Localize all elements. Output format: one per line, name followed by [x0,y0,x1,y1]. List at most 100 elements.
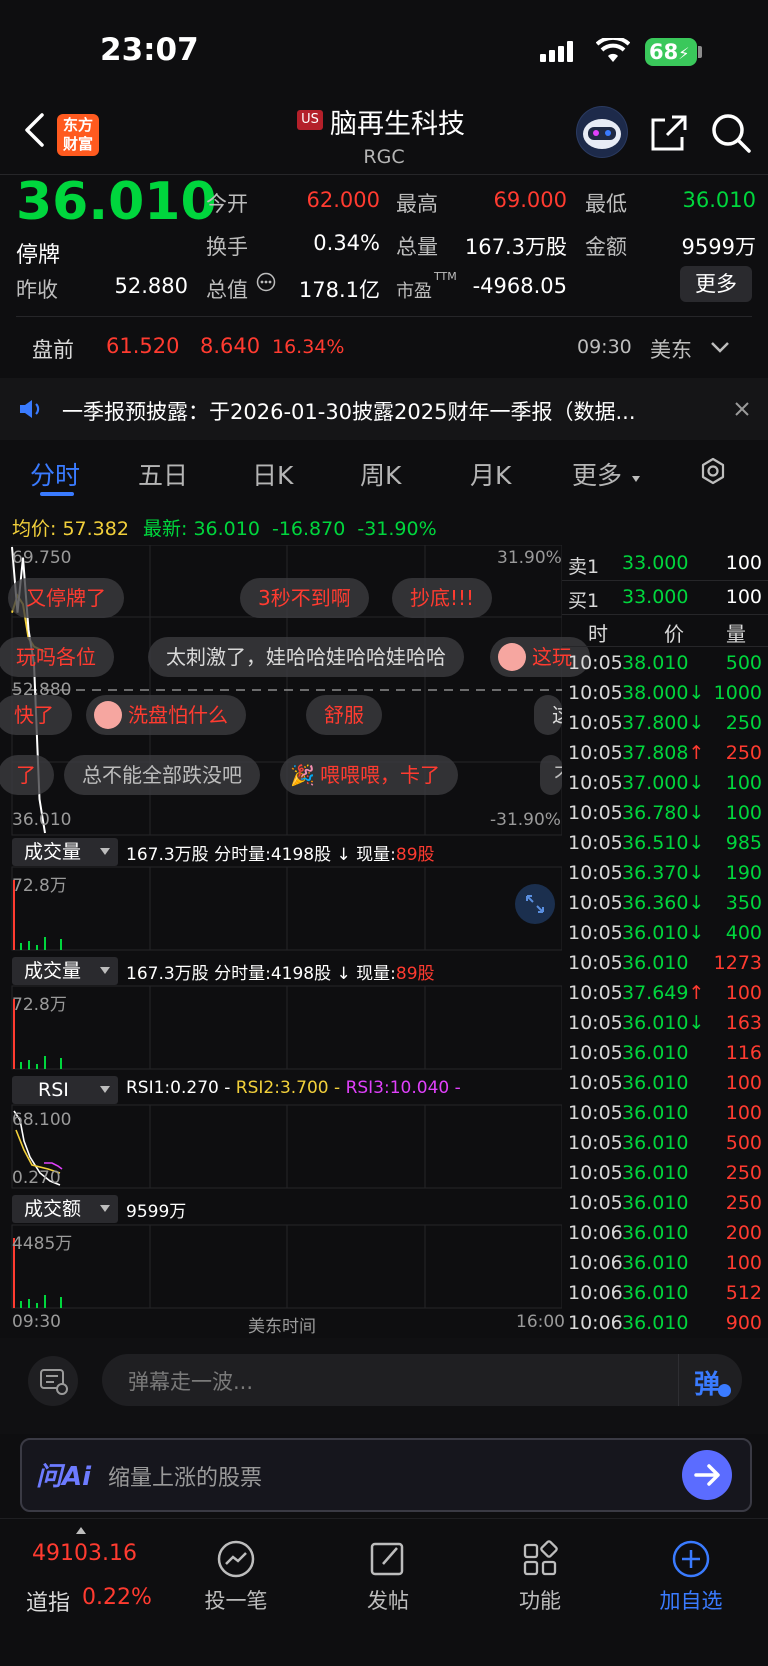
danmaku-settings-icon[interactable] [28,1356,78,1406]
tick-row: 10:05 36.010↓ 163 [562,1012,768,1042]
volume2-selector[interactable]: 成交量 [12,957,118,985]
rsi-selector[interactable]: RSI [12,1076,118,1104]
bid-label: 买1 [568,590,600,612]
notice-bar[interactable]: 一季报预披露：于2026-01-30披露2025财年一季报（数据... [0,378,768,440]
danmaku-placeholder: 弹幕走一波... [128,1370,254,1394]
market-badge: US [297,110,323,130]
pe-ttm-sup: TTM [434,270,457,283]
amount-selector[interactable]: 成交额 [12,1195,118,1223]
danmaku-text: 洗盘怕什么 [128,703,228,727]
tab-intraday[interactable]: 分时 [30,456,80,492]
danmaku-text: 喂喂喂，卡了 [320,763,440,787]
robot-assistant-icon[interactable] [576,106,628,158]
tick-time: 10:05 [568,772,623,794]
edit-icon [370,1542,404,1576]
current-volume-label: 现量: [356,845,396,865]
bid-volume: 100 [725,586,762,608]
nav-functions-label: 功能 [519,1589,561,1613]
caret-down-icon [100,1086,110,1093]
x-axis-end: 16:00 [516,1312,565,1332]
tab-five-day[interactable]: 五日 [138,456,188,492]
tick-time: 10:06 [568,1312,623,1334]
index-name: 道指 [26,1591,71,1616]
tab-monthly-k[interactable]: 月K [470,456,511,492]
tick-time: 10:05 [568,862,623,884]
tick-time: 10:05 [568,952,623,974]
amount-total: 9599万 [126,1202,187,1222]
tab-more[interactable]: 更多 [572,456,622,492]
speaker-icon [20,400,40,418]
tick-time: 10:05 [568,1162,623,1184]
volume-stats: 167.3万股 分时量:4198股 ↓ 现量:89股 [126,840,435,865]
volume-panel-header: 成交量 167.3万股 分时量:4198股 ↓ 现量:89股 [12,838,562,866]
tick-price: 36.010 [622,1042,689,1064]
tick-row: 10:05 36.370↓ 190 [562,862,768,892]
quote-divider [16,316,752,317]
tick-row: 10:05 36.510↓ 985 [562,832,768,862]
total-volume: 167.3万股 [126,964,209,984]
danmaku-item: 太刺激了，娃哈哈娃哈哈娃哈哈 [148,637,464,677]
minute-volume: 4198股 [270,964,332,984]
tick-price: 36.010 [622,1222,689,1244]
back-chevron-icon[interactable] [22,112,46,148]
premarket-zone: 美东 [650,338,692,362]
tab-weekly-k[interactable]: 周K [360,456,401,492]
ask-ai-bar[interactable]: 问Ai 缩量上涨的股票 [20,1438,752,1512]
premarket-row[interactable]: 盘前 61.520 8.640 16.34% 09:30 美东 [0,318,768,374]
current-volume: 89股 [395,964,435,984]
nav-invest[interactable]: 投一笔 [181,1519,291,1666]
tick-time: 10:05 [568,1102,623,1124]
volume-selector[interactable]: 成交量 [12,838,118,866]
search-icon[interactable] [710,112,752,154]
tick-price: 37.808↑ [622,742,705,764]
ask-ai-brand: 问Ai [36,1462,92,1492]
tick-price: 36.780↓ [622,802,705,824]
premarket-time: 09:30 [577,336,632,358]
tick-row: 10:05 36.010 1273 [562,952,768,982]
nav-post[interactable]: 发帖 [333,1519,443,1666]
danmaku-item: 不 [540,755,562,795]
down-arrow-icon: ↓ [336,845,351,865]
tick-volume: 116 [725,1042,762,1064]
tick-volume: 190 [725,862,762,884]
gear-icon[interactable] [697,456,729,488]
danmaku-toggle-button[interactable]: 弹 [694,1364,720,1401]
nav-add-watchlist[interactable]: 加自选 [636,1519,746,1666]
book-divider [562,614,768,615]
danmaku-input[interactable]: 弹幕走一波... 弹 [102,1354,742,1406]
tick-price: 36.010↓ [622,1012,705,1034]
rsi2-value: RSI2:3.700 [235,1078,329,1098]
market-cap-value: 178.1亿 [298,278,380,302]
high-value: 69.000 [493,188,567,212]
tick-volume: 100 [725,1252,762,1274]
nav-functions[interactable]: 功能 [485,1519,595,1666]
expand-icon[interactable] [515,884,555,924]
tick-time: 10:05 [568,892,623,914]
tick-row: 10:05 37.649↑ 100 [562,982,768,1012]
tick-volume: 100 [725,772,762,794]
close-icon[interactable] [734,401,750,417]
grid-apps-icon [523,1540,558,1576]
volume-selector-label: 成交量 [24,841,82,863]
more-button[interactable]: 更多 [680,266,752,302]
low-label: 最低 [585,192,627,216]
index-widget[interactable]: 49103.16 道指 0.22% [0,1519,180,1666]
tab-daily-k[interactable]: 日K [252,456,293,492]
turnover-label: 换手 [206,235,248,259]
input-divider [678,1354,679,1406]
tick-price: 36.510↓ [622,832,705,854]
info-dots-icon[interactable] [256,272,276,292]
rsi3-value: RSI3:10.040 [345,1078,450,1098]
tick-volume: 350 [725,892,762,914]
open-label: 今开 [206,192,248,216]
tick-row: 10:05 37.800↓ 250 [562,712,768,742]
caret-down-icon [100,848,110,855]
tick-volume: 985 [725,832,762,854]
change-value: -16.870 [271,518,346,540]
tick-row: 10:06 36.010 200 [562,1222,768,1252]
tick-row: 10:05 36.010↓ 400 [562,922,768,952]
share-icon[interactable] [650,114,688,152]
ask-ai-submit-button[interactable] [682,1450,732,1500]
rsi-stats: RSI1:0.270 - RSI2:3.700 - RSI3:10.040 - [126,1078,461,1098]
y-axis-bottom: 36.010 [12,810,72,830]
